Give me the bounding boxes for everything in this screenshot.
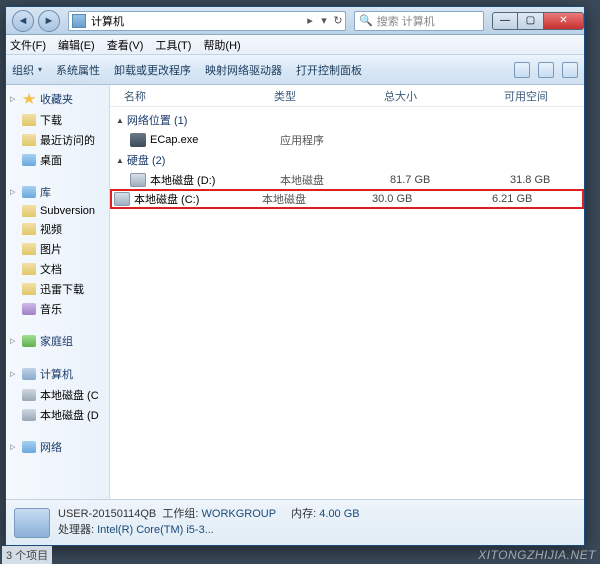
col-total[interactable]: 总大小 bbox=[384, 88, 504, 104]
address-text: 计算机 bbox=[89, 13, 303, 29]
folder-icon bbox=[22, 114, 36, 126]
close-button[interactable]: ✕ bbox=[544, 12, 584, 30]
folder-icon bbox=[22, 283, 36, 295]
nav-item-music[interactable]: 音乐 bbox=[6, 299, 109, 319]
search-input[interactable]: 🔍 搜索 计算机 bbox=[354, 11, 484, 31]
workgroup-value: WORKGROUP bbox=[202, 508, 276, 520]
menu-tools[interactable]: 工具(T) bbox=[155, 37, 191, 53]
content-pane: 名称 类型 总大小 可用空间 ▲网络位置 (1) ECap.exe 应用程序 ▲… bbox=[110, 85, 584, 499]
computer-icon bbox=[72, 14, 86, 28]
titlebar: ◄ ► 计算机 ▸ ▾ ↻ 🔍 搜索 计算机 — ▢ ✕ bbox=[6, 7, 584, 35]
window-controls: — ▢ ✕ bbox=[492, 12, 584, 30]
computer-icon bbox=[22, 368, 36, 380]
list-item[interactable]: ECap.exe 应用程序 bbox=[110, 131, 584, 149]
file-list: ▲网络位置 (1) ECap.exe 应用程序 ▲硬盘 (2) 本地磁盘 (D:… bbox=[110, 107, 584, 499]
search-icon: 🔍 bbox=[359, 14, 373, 27]
workgroup-label: 工作组: bbox=[162, 508, 198, 520]
group-network-location[interactable]: ▲网络位置 (1) bbox=[110, 109, 584, 131]
nav-homegroup[interactable]: ▷家庭组 bbox=[6, 327, 109, 352]
nav-libraries[interactable]: ▷库 bbox=[6, 178, 109, 203]
computer-large-icon bbox=[14, 508, 50, 538]
list-item-highlighted[interactable]: 本地磁盘 (C:) 本地磁盘 30.0 GB 6.21 GB bbox=[110, 189, 584, 209]
col-name[interactable]: 名称 bbox=[124, 88, 274, 104]
menu-file[interactable]: 文件(F) bbox=[10, 37, 46, 53]
menubar: 文件(F) 编辑(E) 查看(V) 工具(T) 帮助(H) bbox=[6, 35, 584, 55]
desktop-icon bbox=[22, 154, 36, 166]
status-bar: 3 个项目 bbox=[2, 546, 52, 564]
group-hard-disks[interactable]: ▲硬盘 (2) bbox=[110, 149, 584, 171]
nav-item-documents[interactable]: 文档 bbox=[6, 259, 109, 279]
drive-icon bbox=[22, 409, 36, 421]
column-headers: 名称 类型 总大小 可用空间 bbox=[110, 85, 584, 107]
col-free[interactable]: 可用空间 bbox=[504, 88, 584, 104]
refresh-button[interactable]: ↻ bbox=[331, 14, 345, 27]
minimize-button[interactable]: — bbox=[492, 12, 518, 30]
navigation-pane: ▷收藏夹 下载 最近访问的 桌面 ▷库 Subversion 视频 图片 文档 … bbox=[6, 85, 110, 499]
address-dropdown[interactable]: ▾ bbox=[317, 14, 331, 27]
list-item[interactable]: 本地磁盘 (D:) 本地磁盘 81.7 GB 31.8 GB bbox=[110, 171, 584, 189]
drive-icon bbox=[114, 192, 130, 206]
toolbar-control-panel[interactable]: 打开控制面板 bbox=[296, 62, 362, 78]
menu-edit[interactable]: 编辑(E) bbox=[58, 37, 95, 53]
toolbar-uninstall-programs[interactable]: 卸载或更改程序 bbox=[114, 62, 191, 78]
picture-icon bbox=[22, 243, 36, 255]
toolbar-organize[interactable]: 组织 bbox=[12, 62, 42, 78]
computer-name: USER-20150114QB bbox=[58, 508, 156, 520]
toolbar-system-properties[interactable]: 系统属性 bbox=[56, 62, 100, 78]
nav-favorites[interactable]: ▷收藏夹 bbox=[6, 85, 109, 110]
nav-item-recent[interactable]: 最近访问的 bbox=[6, 130, 109, 150]
library-icon bbox=[22, 186, 36, 198]
address-bar[interactable]: 计算机 ▸ ▾ ↻ bbox=[68, 11, 346, 31]
nav-item-drive-d[interactable]: 本地磁盘 (D bbox=[6, 405, 109, 425]
nav-item-pictures[interactable]: 图片 bbox=[6, 239, 109, 259]
homegroup-icon bbox=[22, 335, 36, 347]
nav-item-subversion[interactable]: Subversion bbox=[6, 203, 109, 219]
explorer-window: ◄ ► 计算机 ▸ ▾ ↻ 🔍 搜索 计算机 — ▢ ✕ 文件(F) 编辑(E)… bbox=[5, 6, 585, 546]
breadcrumb-sep[interactable]: ▸ bbox=[303, 14, 317, 27]
folder-icon bbox=[22, 205, 36, 217]
folder-icon bbox=[22, 134, 36, 146]
nav-item-drive-c[interactable]: 本地磁盘 (C bbox=[6, 385, 109, 405]
drive-icon bbox=[22, 389, 36, 401]
app-icon bbox=[130, 133, 146, 147]
body-split: ▷收藏夹 下载 最近访问的 桌面 ▷库 Subversion 视频 图片 文档 … bbox=[6, 85, 584, 499]
drive-icon bbox=[130, 173, 146, 187]
toolbar-map-network-drive[interactable]: 映射网络驱动器 bbox=[205, 62, 282, 78]
nav-network[interactable]: ▷网络 bbox=[6, 433, 109, 458]
nav-item-downloads[interactable]: 下载 bbox=[6, 110, 109, 130]
star-icon bbox=[22, 93, 36, 105]
nav-forward-button[interactable]: ► bbox=[38, 10, 60, 32]
cpu-label: 处理器: bbox=[58, 524, 94, 536]
menu-view[interactable]: 查看(V) bbox=[107, 37, 144, 53]
col-type[interactable]: 类型 bbox=[274, 88, 384, 104]
document-icon bbox=[22, 263, 36, 275]
maximize-button[interactable]: ▢ bbox=[518, 12, 544, 30]
music-icon bbox=[22, 303, 36, 315]
toolbar-view-icon[interactable] bbox=[514, 62, 530, 78]
nav-item-desktop[interactable]: 桌面 bbox=[6, 150, 109, 170]
memory-value: 4.00 GB bbox=[319, 508, 359, 520]
toolbar: 组织 系统属性 卸载或更改程序 映射网络驱动器 打开控制面板 bbox=[6, 55, 584, 85]
nav-computer[interactable]: ▷计算机 bbox=[6, 360, 109, 385]
toolbar-help-icon[interactable] bbox=[562, 62, 578, 78]
nav-back-button[interactable]: ◄ bbox=[12, 10, 34, 32]
toolbar-preview-icon[interactable] bbox=[538, 62, 554, 78]
memory-label: 内存: bbox=[291, 508, 316, 520]
details-pane: USER-20150114QB 工作组: WORKGROUP 内存: 4.00 … bbox=[6, 499, 584, 545]
nav-item-thunder[interactable]: 迅雷下载 bbox=[6, 279, 109, 299]
cpu-value: Intel(R) Core(TM) i5-3... bbox=[97, 524, 214, 536]
menu-help[interactable]: 帮助(H) bbox=[203, 37, 240, 53]
network-icon bbox=[22, 441, 36, 453]
footer-info: USER-20150114QB 工作组: WORKGROUP 内存: 4.00 … bbox=[58, 507, 360, 538]
video-icon bbox=[22, 223, 36, 235]
search-placeholder: 搜索 计算机 bbox=[377, 13, 435, 29]
nav-item-videos[interactable]: 视频 bbox=[6, 219, 109, 239]
watermark: XITONGZHIJIA.NET bbox=[478, 548, 596, 562]
